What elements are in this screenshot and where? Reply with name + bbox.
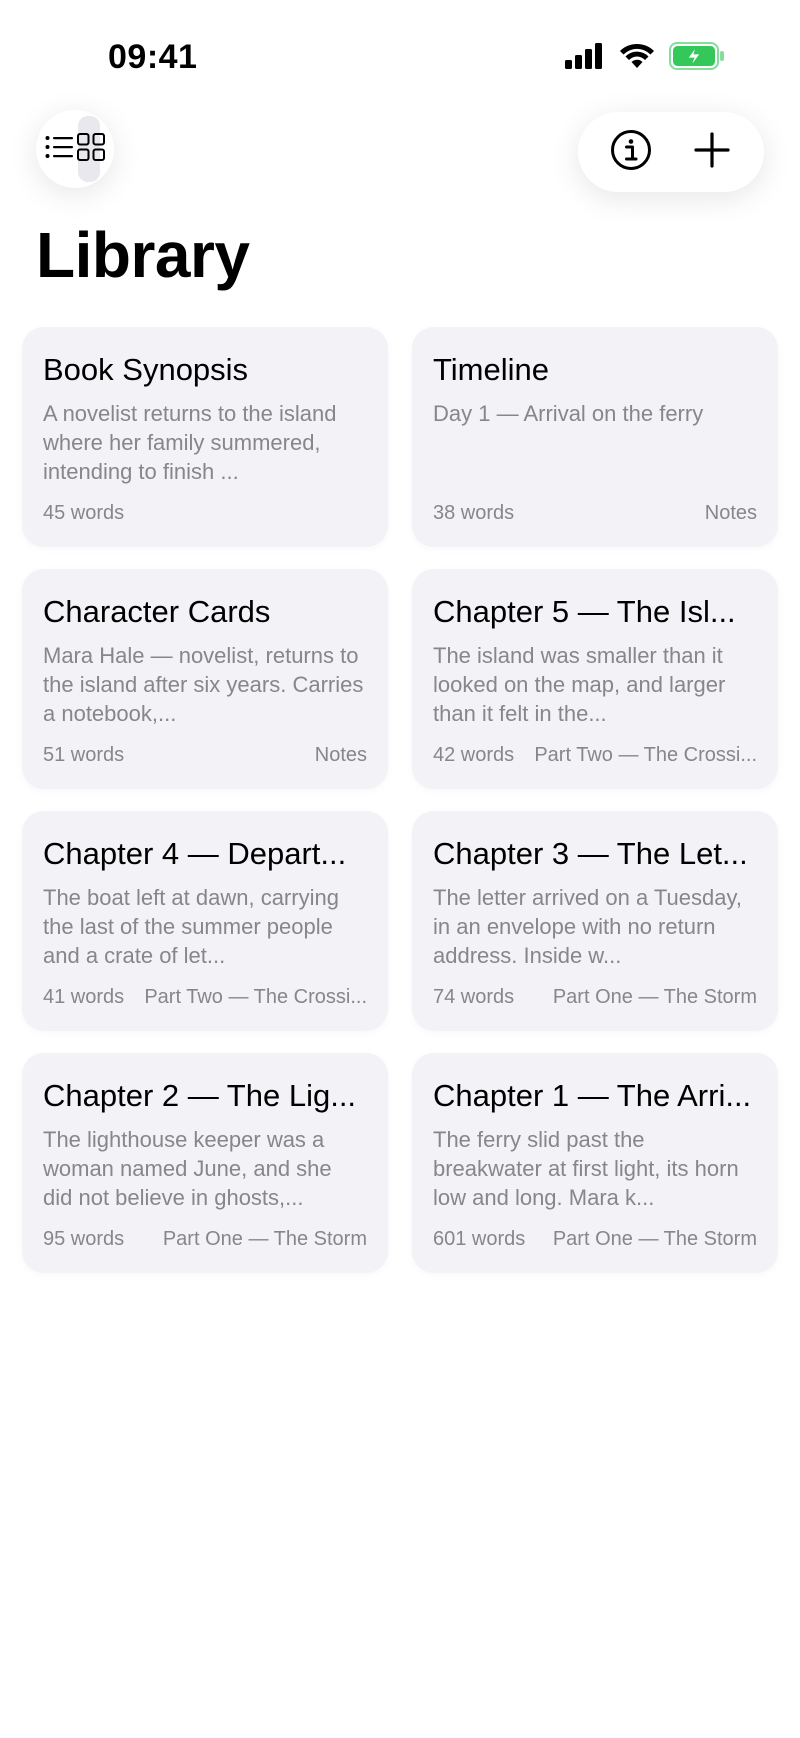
card-tag: Part One — The Storm xyxy=(552,986,757,1008)
library-card[interactable]: Chapter 2 — The Lig... The lighthouse ke… xyxy=(22,1053,388,1273)
library-card[interactable]: Character Cards Mara Hale — novelist, re… xyxy=(22,569,388,789)
card-word-count: 45 words xyxy=(43,502,125,524)
library-card[interactable]: Book Synopsis A novelist returns to the … xyxy=(22,327,388,547)
card-footer: 45 words xyxy=(43,502,367,525)
card-footer: 42 words Part Two — The Crossi... xyxy=(433,744,757,767)
card-word-count: 74 words xyxy=(433,986,515,1008)
card-word-count: 95 words xyxy=(43,1228,125,1250)
card-footer: 38 words Notes xyxy=(433,502,757,525)
plus-icon xyxy=(693,131,731,174)
library-grid: Book Synopsis A novelist returns to the … xyxy=(22,327,778,1273)
card-preview: The letter arrived on a Tuesday, in an e… xyxy=(433,885,742,968)
card-footer: 51 words Notes xyxy=(43,744,367,767)
card-word-count: 51 words xyxy=(43,744,125,766)
info-icon xyxy=(610,129,652,176)
card-preview: The lighthouse keeper was a woman named … xyxy=(43,1127,332,1210)
list-view-icon[interactable] xyxy=(45,134,73,165)
info-button[interactable] xyxy=(601,122,661,182)
wifi-icon xyxy=(619,43,655,74)
card-preview: Mara Hale — novelist, returns to the isl… xyxy=(43,643,364,726)
card-title: Book Synopsis xyxy=(43,352,249,387)
card-title: Chapter 4 — Depart... xyxy=(43,836,347,871)
card-title: Chapter 3 — The Let... xyxy=(433,836,748,871)
card-preview: A novelist returns to the island where h… xyxy=(43,401,337,484)
battery-charging-icon xyxy=(669,42,725,75)
card-word-count: 601 words xyxy=(433,1228,526,1250)
card-footer: 41 words Part Two — The Crossi... xyxy=(43,986,367,1009)
view-toggle-icons xyxy=(45,132,105,166)
card-tag: Part Two — The Crossi... xyxy=(534,744,757,766)
grid-view-icon[interactable] xyxy=(77,132,105,166)
card-preview: The island was smaller than it looked on… xyxy=(433,643,726,726)
card-footer: 601 words Part One — The Storm xyxy=(433,1228,757,1251)
card-preview: Day 1 — Arrival on the ferry xyxy=(433,401,704,426)
add-button[interactable] xyxy=(682,122,742,182)
card-title: Chapter 5 — The Isl... xyxy=(433,594,736,629)
card-title: Timeline xyxy=(433,352,549,387)
card-tag: Part One — The Storm xyxy=(552,1228,757,1250)
library-card[interactable]: Chapter 4 — Depart... The boat left at d… xyxy=(22,811,388,1031)
cellular-signal-icon xyxy=(565,43,605,74)
card-title: Character Cards xyxy=(43,594,271,629)
card-tag: Notes xyxy=(704,502,757,524)
card-tag: Part Two — The Crossi... xyxy=(144,986,367,1008)
card-preview: The ferry slid past the breakwater at fi… xyxy=(433,1127,739,1210)
card-preview: The boat left at dawn, carrying the last… xyxy=(43,885,339,968)
card-footer: 74 words Part One — The Storm xyxy=(433,986,757,1009)
library-card[interactable]: Chapter 3 — The Let... The letter arrive… xyxy=(412,811,778,1031)
card-title: Chapter 2 — The Lig... xyxy=(43,1078,357,1113)
card-word-count: 38 words xyxy=(433,502,515,524)
card-word-count: 41 words xyxy=(43,986,125,1008)
card-title: Chapter 1 — The Arri... xyxy=(433,1078,752,1113)
library-card[interactable]: Timeline Day 1 — Arrival on the ferry 38… xyxy=(412,327,778,547)
card-tag: Notes xyxy=(314,744,367,766)
status-icons xyxy=(565,42,725,75)
page-title: Library xyxy=(36,219,250,291)
status-time: 09:41 xyxy=(108,38,198,76)
library-card[interactable]: Chapter 5 — The Isl... The island was sm… xyxy=(412,569,778,789)
card-word-count: 42 words xyxy=(433,744,515,766)
status-bar: 09:41 xyxy=(0,0,800,110)
library-card[interactable]: Chapter 1 — The Arri... The ferry slid p… xyxy=(412,1053,778,1273)
card-tag: Part One — The Storm xyxy=(162,1228,367,1250)
view-toggle[interactable] xyxy=(36,110,114,188)
card-footer: 95 words Part One — The Storm xyxy=(43,1228,367,1251)
toolbar-actions xyxy=(578,112,764,192)
